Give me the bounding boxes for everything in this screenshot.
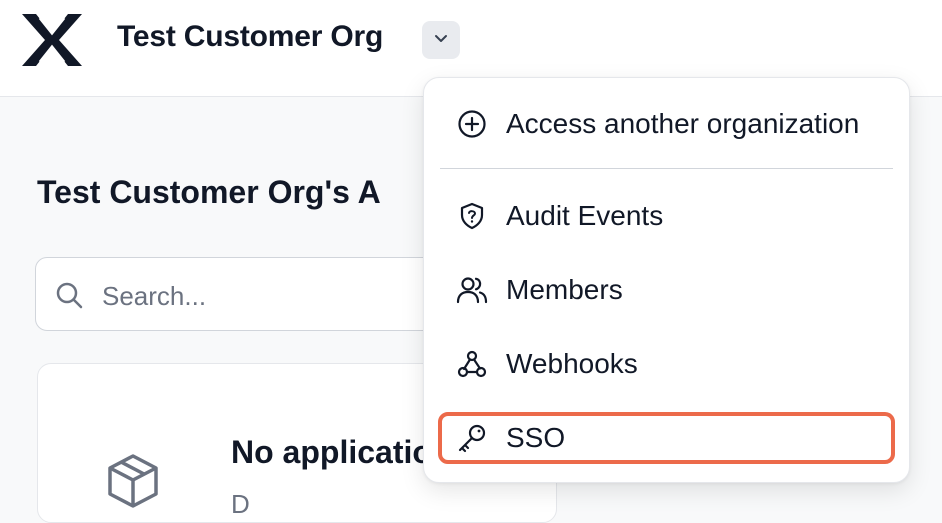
menu-item-access-another-organization[interactable]: Access another organization xyxy=(438,98,895,150)
shield-question-icon xyxy=(454,198,490,234)
search-icon xyxy=(54,280,84,315)
webhook-icon xyxy=(454,346,490,382)
menu-item-label: Members xyxy=(506,274,623,305)
menu-item-members[interactable]: Members xyxy=(438,264,895,316)
menu-item-label: Webhooks xyxy=(506,348,638,379)
menu-divider xyxy=(440,168,893,169)
org-dropdown-menu: Access another organization Audit Events… xyxy=(423,77,910,483)
menu-item-label: SSO xyxy=(506,422,566,453)
empty-state-title: No applicatio xyxy=(231,434,432,470)
page-title: Test Customer Org's A xyxy=(37,174,381,210)
key-icon xyxy=(454,420,490,456)
org-name: Test Customer Org xyxy=(117,20,384,53)
menu-item-label: Audit Events xyxy=(506,200,664,231)
menu-item-sso[interactable]: SSO xyxy=(438,412,895,464)
empty-state-subtitle: D xyxy=(231,489,250,519)
org-switcher-button[interactable] xyxy=(422,21,460,59)
menu-item-label: Access another organization xyxy=(506,108,860,139)
chevron-down-icon xyxy=(432,29,450,52)
logo-icon[interactable] xyxy=(20,12,84,68)
menu-item-audit-events[interactable]: Audit Events xyxy=(438,190,895,242)
users-icon xyxy=(454,272,490,308)
plus-circle-icon xyxy=(454,106,490,142)
search-input[interactable] xyxy=(100,278,464,314)
menu-item-webhooks[interactable]: Webhooks xyxy=(438,338,895,390)
package-icon xyxy=(104,452,162,515)
